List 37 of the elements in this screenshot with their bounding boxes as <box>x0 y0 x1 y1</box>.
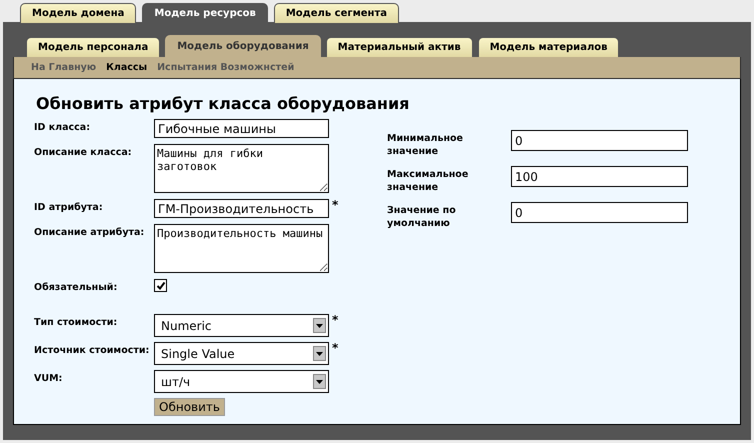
text-area[interactable]: Производительность машины <box>154 224 329 273</box>
field-label: Обязательный: <box>34 281 118 294</box>
select-field[interactable]: Single Value <box>154 342 329 365</box>
field-label: ID класса: <box>34 121 92 134</box>
field-label: Описание атрибута: <box>34 226 146 239</box>
tab[interactable]: Модель материалов <box>478 37 620 57</box>
select-field[interactable]: шт/ч <box>154 370 329 393</box>
input-field[interactable]: ГМ-Производительность <box>154 199 329 218</box>
input-field[interactable]: 0 <box>511 130 688 151</box>
field-label: Описание класса: <box>34 146 133 159</box>
tab[interactable]: Модель ресурсов <box>142 3 268 24</box>
nav-link[interactable]: На Главную <box>31 62 96 73</box>
tab[interactable]: Модель сегмента <box>274 3 400 23</box>
required-mark: * <box>332 342 338 354</box>
field-label: Максимальное значение <box>387 168 470 194</box>
text-area[interactable]: Машины для гибки заготовок <box>154 144 329 193</box>
tab[interactable]: Модель домена <box>20 3 136 23</box>
input-field[interactable]: Гибочные машины <box>154 119 329 138</box>
field-label: Тип стоимости: <box>34 316 118 329</box>
input-field[interactable]: 100 <box>511 166 688 187</box>
required-mark: * <box>332 314 338 326</box>
field-label: Значение по умолчанию <box>387 204 457 230</box>
nav-link[interactable]: Классы <box>106 62 148 73</box>
nav-link[interactable]: Испытания Возможнстей <box>157 62 294 73</box>
tab[interactable]: Материальный актив <box>326 37 473 57</box>
tab[interactable]: Модель оборудования <box>165 35 321 57</box>
page-title: Обновить атрибут класса оборудования <box>36 95 410 113</box>
update-button[interactable]: Обновить <box>154 398 225 416</box>
tab[interactable]: Модель персонала <box>26 37 160 57</box>
field-label: VUM: <box>34 372 64 385</box>
input-field[interactable]: 0 <box>511 202 688 223</box>
field-label: Минимальное значение <box>387 132 464 158</box>
select-field[interactable]: Numeric <box>154 314 329 337</box>
checkbox[interactable] <box>154 279 167 292</box>
field-label: ID атрибута: <box>34 201 104 214</box>
field-label: Источник стоимости: <box>34 344 150 357</box>
required-mark: * <box>332 199 338 211</box>
